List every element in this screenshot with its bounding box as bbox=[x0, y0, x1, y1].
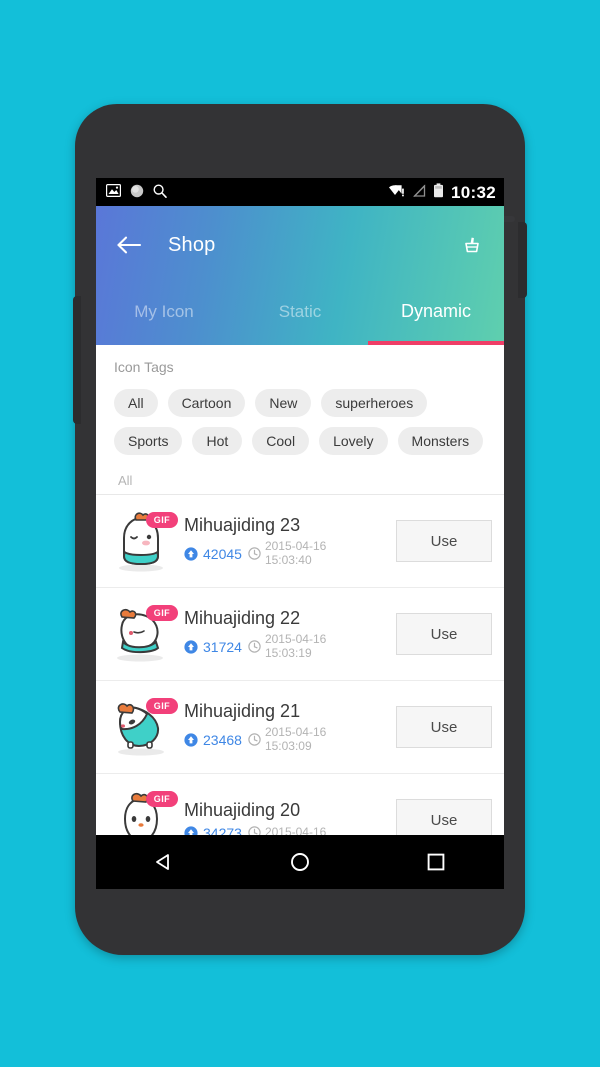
wifi-warning-icon bbox=[388, 184, 406, 201]
tag-sports[interactable]: Sports bbox=[114, 427, 183, 455]
page-title: Shop bbox=[168, 233, 216, 256]
tab-static[interactable]: Static bbox=[232, 284, 368, 345]
power-button[interactable] bbox=[518, 222, 527, 298]
status-bar-clock: 10:32 bbox=[451, 182, 496, 202]
download-icon bbox=[184, 546, 198, 561]
recents-square-icon bbox=[427, 853, 445, 871]
item-date: 2015-04-16 bbox=[264, 632, 327, 647]
tab-my-icon[interactable]: My Icon bbox=[96, 284, 232, 345]
screenshot-stage: 10:32 Shop My Icon Static Dynamic Icon T… bbox=[0, 0, 600, 1067]
item-timestamp: 2015-04-16 15:03:19 bbox=[248, 632, 327, 660]
android-navigation-bar bbox=[96, 835, 504, 889]
item-title: Mihuajiding 20 bbox=[184, 799, 301, 820]
tag-cartoon[interactable]: Cartoon bbox=[167, 389, 246, 417]
gif-badge: GIF bbox=[145, 605, 178, 621]
tag-hot[interactable]: Hot bbox=[192, 427, 243, 455]
download-count-value: 31724 bbox=[203, 638, 242, 655]
list-section-label: All bbox=[118, 473, 133, 488]
brush-icon bbox=[465, 237, 479, 253]
clock-icon bbox=[248, 547, 261, 560]
download-icon bbox=[184, 732, 198, 747]
search-icon[interactable] bbox=[153, 183, 167, 201]
mochi-lying-icon: GIF bbox=[106, 599, 178, 669]
use-button[interactable]: Use bbox=[396, 520, 492, 562]
nav-recents-button[interactable] bbox=[413, 839, 459, 885]
item-time: 15:03:19 bbox=[264, 645, 312, 660]
item-title: Mihuajiding 23 bbox=[184, 515, 301, 536]
tag-lovely[interactable]: Lovely bbox=[319, 427, 388, 455]
table-row[interactable]: GIF Mihuajiding 21 23468 2015-04-16 15:0… bbox=[96, 681, 504, 774]
item-time: 15:03:40 bbox=[264, 552, 312, 567]
tag-row-1: All Cartoon New superheroes bbox=[114, 389, 486, 417]
item-time: 15:03:09 bbox=[264, 738, 312, 753]
nav-back-button[interactable] bbox=[141, 839, 187, 885]
app-bar: Shop My Icon Static Dynamic bbox=[96, 206, 504, 345]
battery-icon bbox=[433, 183, 444, 201]
item-date: 2015-04-16 bbox=[264, 725, 327, 740]
gif-badge: GIF bbox=[145, 791, 178, 807]
back-arrow-icon bbox=[117, 236, 142, 254]
volume-button[interactable] bbox=[73, 296, 81, 424]
download-count: 42045 bbox=[184, 546, 242, 562]
clock-icon bbox=[248, 733, 261, 746]
mochi-teal-sitting-icon: GIF bbox=[106, 506, 178, 576]
item-title: Mihuajiding 22 bbox=[184, 608, 301, 629]
tag-new[interactable]: New bbox=[255, 389, 312, 417]
tag-cool[interactable]: Cool bbox=[252, 427, 310, 455]
image-icon bbox=[106, 184, 122, 200]
table-row[interactable]: GIF Mihuajiding 22 31724 2015-04-16 15:0… bbox=[96, 588, 504, 681]
download-icon bbox=[184, 639, 198, 654]
download-count: 23468 bbox=[184, 732, 242, 748]
clock-icon bbox=[248, 640, 261, 653]
nav-home-button[interactable] bbox=[277, 839, 323, 885]
icon-tags-heading: Icon Tags bbox=[114, 359, 174, 375]
back-triangle-icon bbox=[156, 854, 169, 870]
download-count-value: 42045 bbox=[203, 545, 242, 562]
home-circle-icon bbox=[291, 853, 309, 871]
back-button[interactable] bbox=[112, 228, 146, 262]
download-count-value: 23468 bbox=[203, 731, 242, 748]
gif-badge: GIF bbox=[145, 698, 178, 714]
tab-dynamic[interactable]: Dynamic bbox=[368, 284, 504, 345]
use-button[interactable]: Use bbox=[396, 613, 492, 655]
tag-monsters[interactable]: Monsters bbox=[397, 427, 484, 455]
tab-bar: My Icon Static Dynamic bbox=[96, 284, 504, 345]
tag-all[interactable]: All bbox=[114, 389, 158, 417]
circle-dot-icon bbox=[130, 184, 144, 201]
tag-superheroes[interactable]: superheroes bbox=[321, 389, 428, 417]
item-title: Mihuajiding 21 bbox=[184, 701, 301, 722]
clean-button[interactable] bbox=[456, 229, 488, 261]
item-timestamp: 2015-04-16 15:03:40 bbox=[248, 539, 327, 567]
mochi-crawling-icon: GIF bbox=[106, 692, 178, 762]
status-bar: 10:32 bbox=[96, 178, 504, 206]
icon-list: GIF Mihuajiding 23 42045 2015-04-16 15:0… bbox=[96, 494, 504, 867]
phone-screen: 10:32 Shop My Icon Static Dynamic Icon T… bbox=[96, 178, 504, 889]
item-timestamp: 2015-04-16 15:03:09 bbox=[248, 725, 327, 753]
use-button[interactable]: Use bbox=[396, 706, 492, 748]
download-count: 31724 bbox=[184, 639, 242, 655]
tag-row-2: Sports Hot Cool Lovely Monsters bbox=[114, 427, 486, 455]
signal-off-icon bbox=[412, 183, 426, 201]
icon-tags-section: Icon Tags All Cartoon New superheroes Sp… bbox=[96, 345, 504, 494]
item-date: 2015-04-16 bbox=[264, 539, 327, 554]
gif-badge: GIF bbox=[145, 512, 178, 528]
table-row[interactable]: GIF Mihuajiding 23 42045 2015-04-16 15:0… bbox=[96, 495, 504, 588]
